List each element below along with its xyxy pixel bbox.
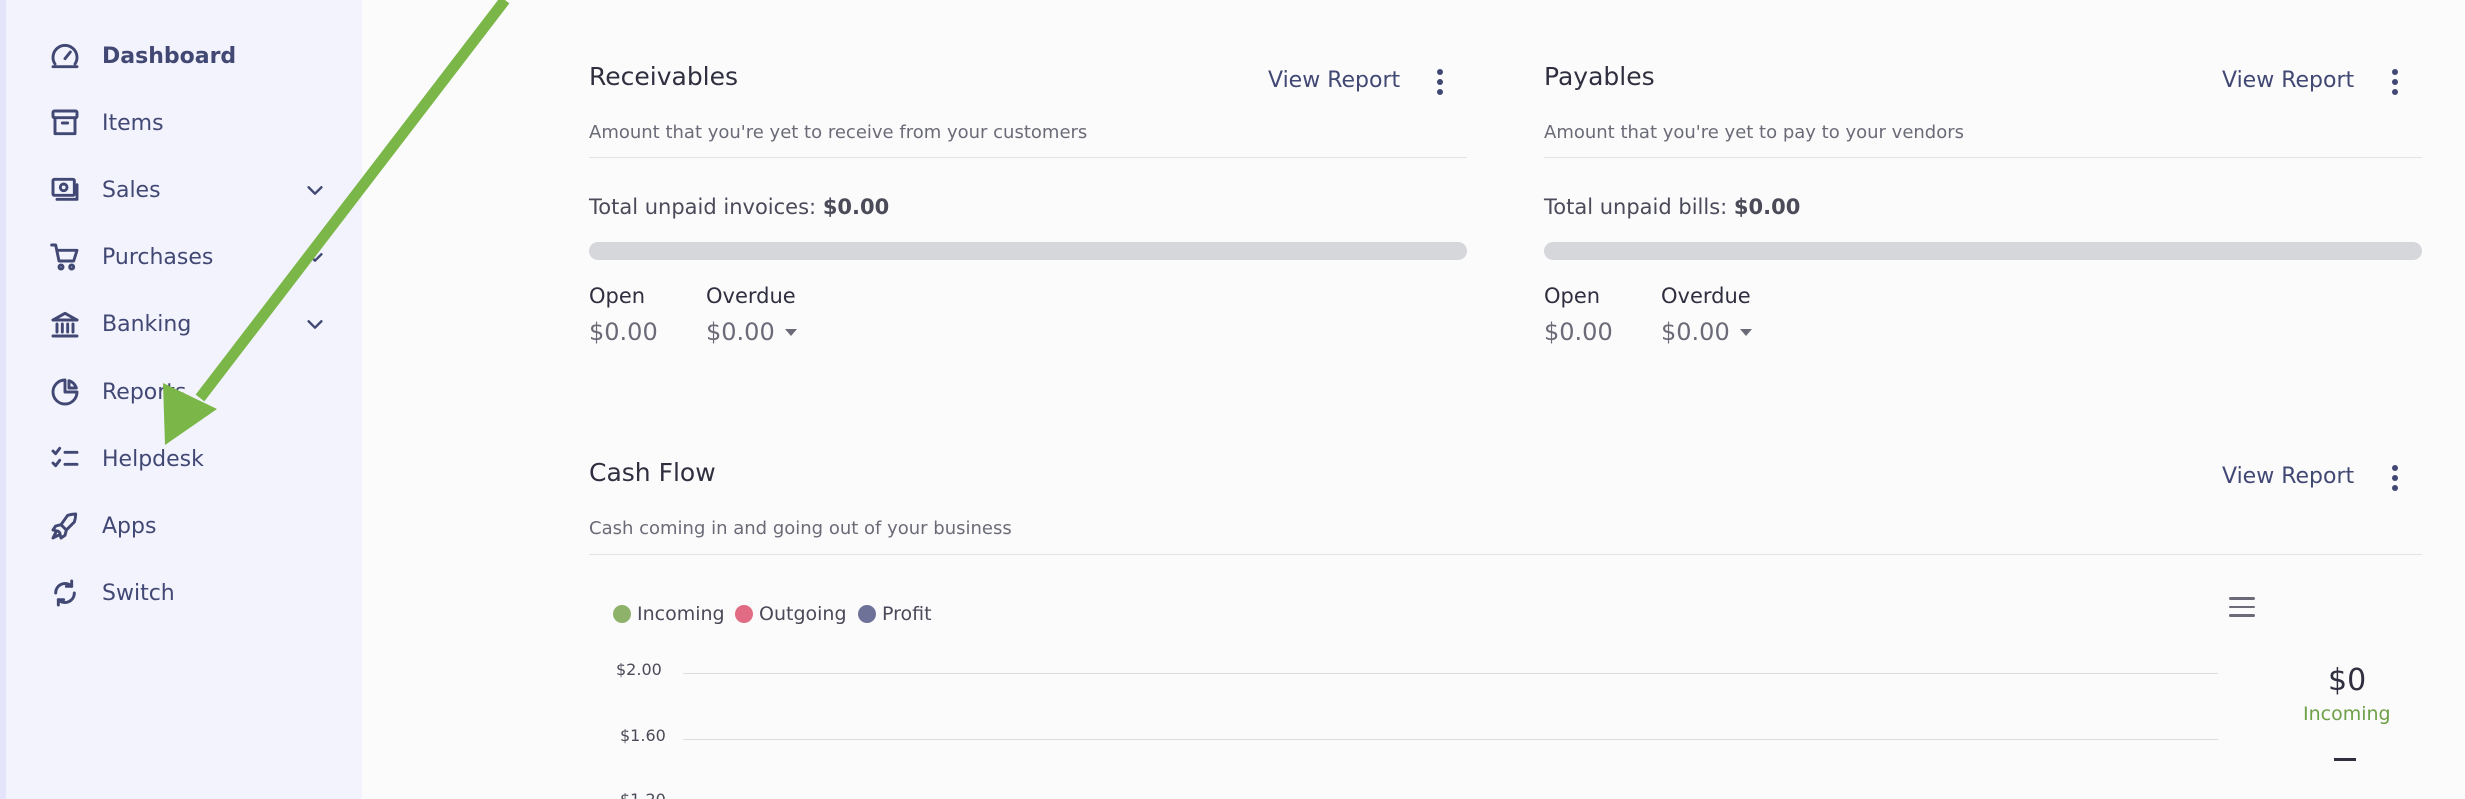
legend-profit[interactable]: Profit bbox=[858, 603, 932, 625]
annotation-arrow bbox=[163, 0, 510, 445]
view-report-link[interactable]: View Report bbox=[1268, 68, 1400, 93]
sidebar-item-purchases[interactable]: Purchases bbox=[46, 232, 346, 282]
overdue-label: Overdue bbox=[1661, 284, 1751, 308]
legend-incoming[interactable]: Incoming bbox=[613, 603, 725, 625]
total-value: $0.00 bbox=[1733, 195, 1801, 219]
total-label: Total unpaid bills: bbox=[1544, 195, 1728, 219]
sidebar-item-helpdesk[interactable]: Helpdesk bbox=[46, 434, 346, 484]
legend-label: Profit bbox=[882, 603, 932, 625]
sidebar-item-dashboard[interactable]: Dashboard bbox=[46, 31, 346, 81]
caret-down-icon[interactable] bbox=[785, 329, 797, 336]
y-tick: $1.20 bbox=[620, 790, 666, 799]
card-description: Amount that you're yet to pay to your ve… bbox=[1544, 122, 1965, 143]
refresh-icon bbox=[46, 574, 84, 612]
sidebar-item-items[interactable]: Items bbox=[46, 98, 346, 148]
open-label: Open bbox=[589, 284, 646, 308]
open-amount: $0.00 bbox=[589, 318, 658, 346]
more-options-icon[interactable] bbox=[1428, 65, 1452, 99]
view-report-link[interactable]: View Report bbox=[2222, 464, 2354, 489]
gridline bbox=[683, 673, 2218, 674]
view-report-link[interactable]: View Report bbox=[2222, 68, 2354, 93]
sidebar-item-label: Dashboard bbox=[102, 43, 237, 69]
separator-dash bbox=[2334, 758, 2356, 761]
incoming-total-label: Incoming bbox=[2303, 703, 2391, 725]
sidebar-item-label: Purchases bbox=[102, 244, 214, 270]
checklist-icon bbox=[46, 440, 84, 478]
sidebar-item-label: Apps bbox=[102, 513, 157, 539]
open-amount: $0.00 bbox=[1544, 318, 1613, 346]
sidebar-item-banking[interactable]: Banking bbox=[46, 299, 346, 349]
chevron-down-icon[interactable] bbox=[304, 313, 326, 335]
y-tick: $1.60 bbox=[620, 726, 666, 745]
sidebar-item-label: Reports bbox=[102, 379, 187, 405]
overdue-amount: $0.00 bbox=[1661, 318, 1730, 346]
dashboard-gauge-icon bbox=[46, 37, 84, 75]
progress-bar bbox=[1544, 242, 2422, 260]
total-unpaid: Total unpaid invoices: $0.00 bbox=[589, 195, 889, 219]
progress-bar bbox=[589, 242, 1467, 260]
y-tick: $2.00 bbox=[616, 660, 662, 679]
money-icon bbox=[46, 171, 84, 209]
card-title: Receivables bbox=[589, 62, 739, 91]
overdue-label: Overdue bbox=[706, 284, 796, 308]
open-label: Open bbox=[1544, 284, 1601, 308]
card-title: Cash Flow bbox=[589, 458, 716, 487]
card-description: Amount that you're yet to receive from y… bbox=[589, 122, 1088, 143]
legend-outgoing[interactable]: Outgoing bbox=[735, 603, 847, 625]
sidebar-item-label: Banking bbox=[102, 311, 192, 337]
sidebar-item-label: Items bbox=[102, 110, 164, 136]
sidebar-item-label: Sales bbox=[102, 177, 161, 203]
divider bbox=[1544, 157, 2422, 158]
legend-dot bbox=[858, 605, 876, 623]
incoming-total-value: $0 bbox=[2328, 663, 2367, 698]
sidebar-item-label: Switch bbox=[102, 580, 175, 606]
total-value: $0.00 bbox=[822, 195, 890, 219]
divider bbox=[589, 554, 2422, 555]
legend-dot bbox=[735, 605, 753, 623]
bank-icon bbox=[46, 305, 84, 343]
legend-label: Incoming bbox=[637, 603, 725, 625]
total-unpaid: Total unpaid bills: $0.00 bbox=[1544, 195, 1800, 219]
sidebar-item-switch[interactable]: Switch bbox=[46, 568, 346, 618]
sidebar-item-label: Helpdesk bbox=[102, 446, 204, 472]
card-description: Cash coming in and going out of your bus… bbox=[589, 518, 1012, 539]
total-label: Total unpaid invoices: bbox=[589, 195, 817, 219]
sidebar-item-sales[interactable]: Sales bbox=[46, 165, 346, 215]
chart-pie-icon bbox=[46, 373, 84, 411]
legend-dot bbox=[613, 605, 631, 623]
sidebar-item-reports[interactable]: Reports bbox=[46, 367, 346, 417]
more-options-icon[interactable] bbox=[2383, 461, 2407, 495]
chart-menu-icon[interactable] bbox=[2229, 597, 2255, 617]
sidebar: Dashboard Items Sales Purchases Banking … bbox=[0, 0, 362, 799]
caret-down-icon[interactable] bbox=[1740, 329, 1752, 336]
sidebar-item-apps[interactable]: Apps bbox=[46, 501, 346, 551]
chevron-down-icon[interactable] bbox=[304, 246, 326, 268]
archive-box-icon bbox=[46, 104, 84, 142]
gridline bbox=[683, 739, 2218, 740]
chevron-down-icon[interactable] bbox=[304, 179, 326, 201]
card-title: Payables bbox=[1544, 62, 1655, 91]
rocket-icon bbox=[46, 507, 84, 545]
more-options-icon[interactable] bbox=[2383, 65, 2407, 99]
divider bbox=[589, 157, 1467, 158]
shopping-cart-icon bbox=[46, 238, 84, 276]
legend-label: Outgoing bbox=[759, 603, 847, 625]
overdue-amount: $0.00 bbox=[706, 318, 775, 346]
